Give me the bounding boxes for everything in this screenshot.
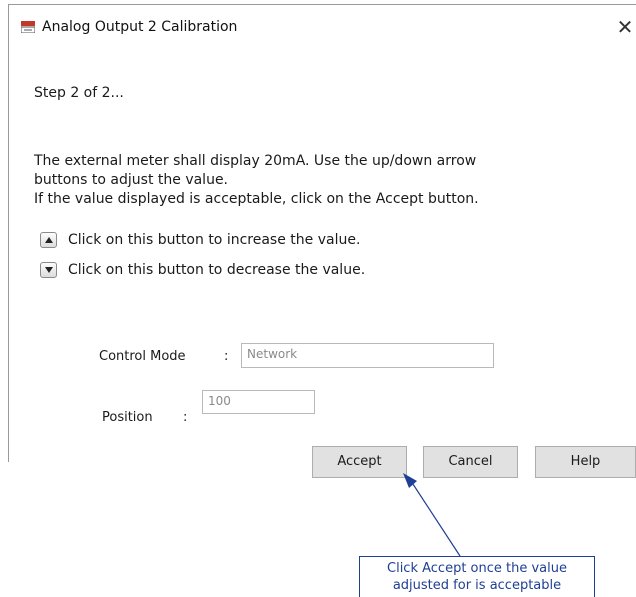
control-mode-field[interactable]: Network bbox=[241, 343, 494, 368]
position-label: Position bbox=[102, 410, 153, 425]
decrease-example-button[interactable] bbox=[40, 262, 57, 278]
callout-pointer-line bbox=[408, 477, 461, 557]
step-indicator: Step 2 of 2... bbox=[34, 85, 124, 101]
decrease-hint-label: Click on this button to decrease the val… bbox=[68, 262, 366, 278]
increase-hint-label: Click on this button to increase the val… bbox=[68, 232, 361, 248]
title-bar[interactable]: Analog Output 2 Calibration ✕ bbox=[9, 5, 636, 43]
arrow-down-icon bbox=[45, 267, 53, 273]
dcm-logo-icon bbox=[21, 21, 35, 33]
cancel-button[interactable]: Cancel bbox=[423, 446, 518, 478]
increase-example-button[interactable] bbox=[40, 232, 57, 248]
close-button[interactable]: ✕ bbox=[613, 14, 636, 40]
callout-line-2: adjusted for is acceptable bbox=[392, 578, 562, 593]
accept-button[interactable]: Accept bbox=[312, 446, 407, 478]
instruction-line-1: The external meter shall display 20mA. U… bbox=[34, 153, 477, 169]
close-icon: ✕ bbox=[616, 15, 634, 39]
control-mode-label: Control Mode bbox=[99, 349, 186, 364]
callout-line-1: Click Accept once the value bbox=[387, 561, 567, 576]
instructions-text: The external meter shall display 20mA. U… bbox=[34, 152, 619, 209]
instruction-line-3: If the value displayed is acceptable, cl… bbox=[34, 191, 479, 207]
annotation-callout: Click Accept once the value adjusted for… bbox=[359, 556, 595, 597]
position-separator: : bbox=[183, 410, 188, 425]
instruction-line-2: buttons to adjust the value. bbox=[34, 172, 229, 188]
arrow-up-icon bbox=[45, 237, 53, 243]
help-button[interactable]: Help bbox=[535, 446, 636, 478]
window-title: Analog Output 2 Calibration bbox=[42, 19, 238, 35]
increase-hint-row: Click on this button to increase the val… bbox=[40, 232, 600, 252]
position-field[interactable]: 100 bbox=[202, 390, 315, 414]
control-mode-separator: : bbox=[224, 349, 229, 364]
calibration-dialog: Analog Output 2 Calibration ✕ Step 2 of … bbox=[8, 4, 636, 462]
decrease-hint-row: Click on this button to decrease the val… bbox=[40, 262, 600, 282]
